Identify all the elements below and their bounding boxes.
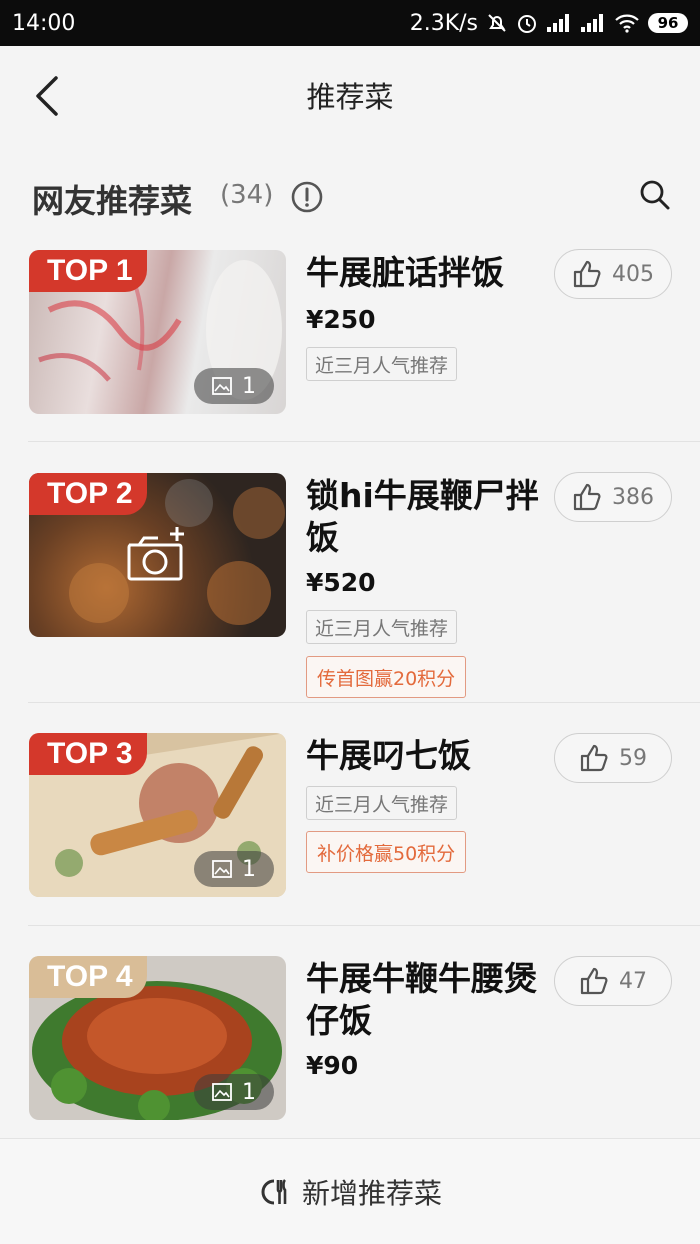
photo-count: 1: [242, 1079, 256, 1105]
popular-tag: 近三月人气推荐: [306, 347, 458, 381]
dish-name: 锁hi牛展鞭尸拌饭: [306, 476, 539, 557]
mute-bell-icon: [486, 12, 508, 34]
wifi-icon: [614, 13, 640, 33]
like-count: 47: [619, 968, 647, 994]
status-bar: 14:00 2.3K/s 96: [0, 0, 700, 46]
status-icons: 2.3K/s 96: [410, 11, 688, 36]
rank-badge: TOP 4: [29, 956, 147, 998]
like-count: 405: [612, 261, 654, 287]
dish-item[interactable]: TOP 4 1 牛展牛鞭牛腰煲仔饭 ¥90 47: [0, 954, 700, 1138]
page-title: 推荐菜: [306, 80, 394, 114]
dish-price: ¥250: [306, 305, 376, 334]
like-button[interactable]: 405: [554, 249, 672, 299]
status-time: 14:00: [12, 10, 76, 36]
divider: [28, 702, 700, 703]
section-header: 网友推荐菜 (34): [0, 168, 700, 228]
dish-name: 牛展叼七饭: [306, 736, 471, 775]
signal-icon-2: [580, 13, 606, 33]
photo-count: 1: [242, 856, 256, 882]
photo-count-badge: 1: [194, 1074, 274, 1110]
dish-item[interactable]: TOP 1 1 牛展脏话拌饭 ¥250 近三月人气推荐 405: [0, 248, 700, 442]
dish-photo[interactable]: TOP 3 1: [29, 733, 286, 897]
photo-count-badge: 1: [194, 368, 274, 404]
alarm-icon: [516, 12, 538, 34]
thumbs-up-icon: [573, 260, 601, 288]
like-button[interactable]: 59: [554, 733, 672, 783]
search-icon[interactable]: [638, 178, 672, 212]
like-button[interactable]: 386: [554, 472, 672, 522]
dish-price: ¥90: [306, 1051, 359, 1080]
divider: [28, 441, 700, 442]
camera-add-icon[interactable]: [125, 525, 189, 583]
dish-name: 牛展脏话拌饭: [306, 253, 504, 292]
like-count: 386: [612, 484, 654, 510]
thumbs-up-icon: [580, 967, 608, 995]
dish-item[interactable]: TOP 2 锁hi牛展鞭尸拌饭 ¥520 近三月人气推荐 传首图赢20积分 38…: [0, 471, 700, 703]
app-bar: 推荐菜: [0, 46, 700, 146]
info-circle-icon[interactable]: [290, 180, 324, 214]
popular-tag: 近三月人气推荐: [306, 610, 458, 644]
dish-price: ¥520: [306, 568, 376, 597]
image-icon: [212, 860, 232, 878]
photo-count-badge: 1: [194, 851, 274, 887]
thumbs-up-icon: [573, 483, 601, 511]
rank-badge: TOP 2: [29, 473, 147, 515]
section-title: 网友推荐菜: [32, 182, 193, 220]
rank-badge: TOP 1: [29, 250, 147, 292]
divider: [28, 925, 700, 926]
dish-photo[interactable]: TOP 2: [29, 473, 286, 637]
dish-item[interactable]: TOP 3 1 牛展叼七饭 近三月人气推荐 补价格赢50积分 59: [0, 731, 700, 926]
section-count: (34): [220, 180, 274, 210]
rank-badge: TOP 3: [29, 733, 147, 775]
dish-name: 牛展牛鞭牛腰煲仔饭: [306, 959, 537, 1040]
add-price-task-button[interactable]: 补价格赢50积分: [306, 831, 467, 873]
image-icon: [212, 377, 232, 395]
dish-photo[interactable]: TOP 4 1: [29, 956, 286, 1120]
like-button[interactable]: 47: [554, 956, 672, 1006]
network-speed: 2.3K/s: [409, 10, 478, 36]
image-icon: [212, 1083, 232, 1101]
plate-utensils-icon: [261, 1178, 287, 1204]
dish-photo[interactable]: TOP 1 1: [29, 250, 286, 414]
upload-photo-task-button[interactable]: 传首图赢20积分: [306, 656, 467, 698]
like-count: 59: [619, 745, 647, 771]
popular-tag: 近三月人气推荐: [306, 786, 458, 820]
thumbs-up-icon: [580, 744, 608, 772]
photo-count: 1: [242, 373, 256, 399]
add-recommended-dish-button[interactable]: 新增推荐菜: [0, 1138, 700, 1244]
battery-indicator: 96: [648, 13, 688, 33]
add-dish-label: 新增推荐菜: [301, 1176, 442, 1210]
signal-icon: [546, 13, 572, 33]
